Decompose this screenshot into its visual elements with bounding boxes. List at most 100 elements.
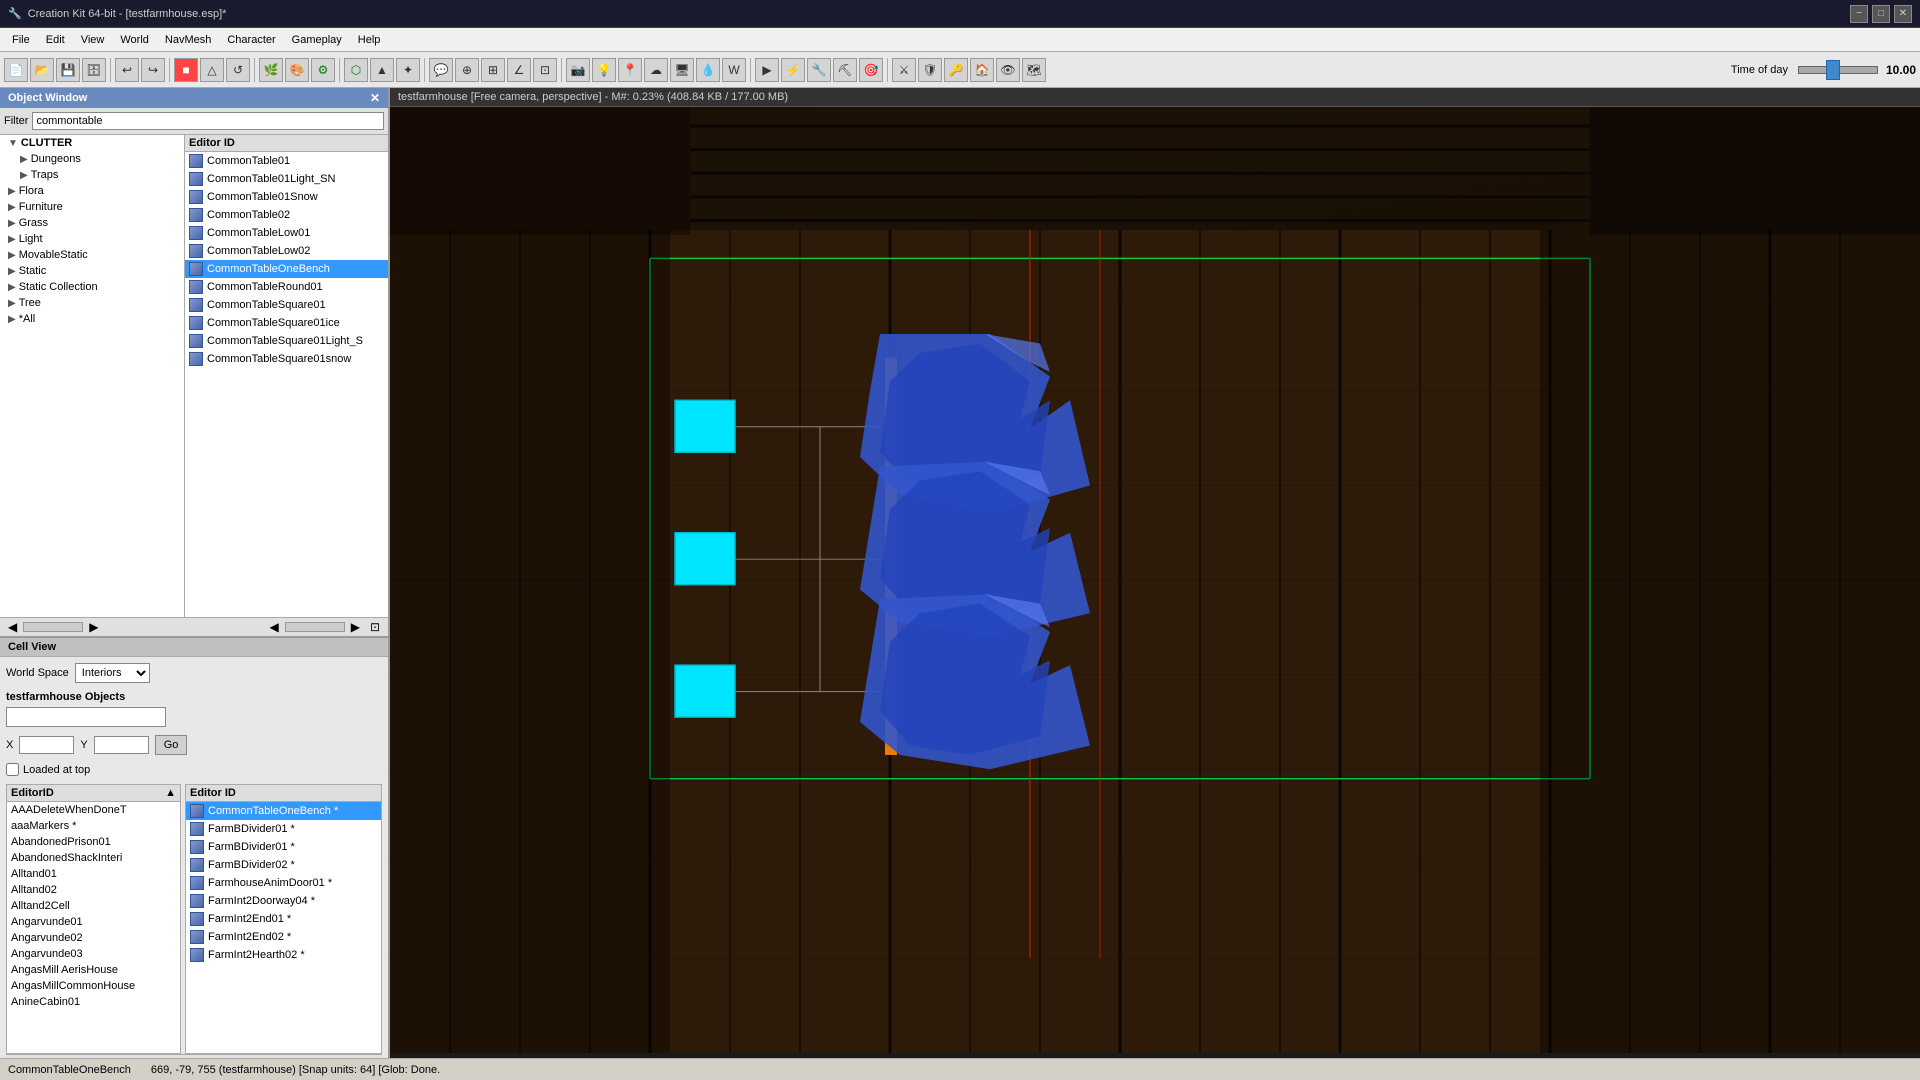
- save-all-button[interactable]: 🗄: [82, 58, 106, 82]
- tbl-scroll-right[interactable]: ▶: [81, 1057, 98, 1058]
- scroll-left-btn[interactable]: ◀: [4, 620, 21, 634]
- obj-CommonTable01[interactable]: CommonTable01: [185, 152, 388, 170]
- scroll-right-btn[interactable]: ▶: [85, 620, 102, 634]
- navmesh2-button[interactable]: ▲: [370, 58, 394, 82]
- obj-row-farmhouseanim[interactable]: FarmhouseAnimDoor01 *: [186, 874, 381, 892]
- new-button[interactable]: 📄: [4, 58, 28, 82]
- editor-row-alltand02[interactable]: Alltand02: [7, 882, 180, 898]
- obj-CommonTableSquare01[interactable]: CommonTableSquare01: [185, 296, 388, 314]
- editor-row-angarvunde03[interactable]: Angarvunde03: [7, 946, 180, 962]
- obj-row-farmbdiv02[interactable]: FarmBDivider02 *: [186, 856, 381, 874]
- tool9-button[interactable]: 🏠: [970, 58, 994, 82]
- obj-CommonTableLow02[interactable]: CommonTableLow02: [185, 242, 388, 260]
- angle-button[interactable]: ∠: [507, 58, 531, 82]
- tree-grass[interactable]: ▶ Grass: [0, 215, 184, 231]
- open-button[interactable]: 📂: [30, 58, 54, 82]
- obj-row-farmint2hearth[interactable]: FarmInt2Hearth02 *: [186, 946, 381, 964]
- tree-furniture[interactable]: ▶ Furniture: [0, 199, 184, 215]
- tree-light[interactable]: ▶ Light: [0, 231, 184, 247]
- scroll-resize-btn[interactable]: ⊡: [366, 620, 384, 634]
- editor-row-abandonedshack[interactable]: AbandonedShackInteri: [7, 850, 180, 866]
- obj-row-farmbdiv01b[interactable]: FarmBDivider01 *: [186, 838, 381, 856]
- tool4-button[interactable]: ⛏: [833, 58, 857, 82]
- tree-dungeons[interactable]: ▶ Dungeons: [0, 151, 184, 167]
- render-button[interactable]: 🖥: [670, 58, 694, 82]
- tool10-button[interactable]: 👁: [996, 58, 1020, 82]
- objects-search-input[interactable]: [6, 707, 166, 727]
- x-input[interactable]: [19, 736, 74, 754]
- tool7-button[interactable]: 🛡: [918, 58, 942, 82]
- editor-id-scroll-up[interactable]: ▲: [165, 787, 176, 799]
- obj-row-commontable[interactable]: CommonTableOneBench *: [186, 802, 381, 820]
- tool2-button[interactable]: ⚡: [781, 58, 805, 82]
- filter-input[interactable]: [32, 112, 384, 130]
- obj-row-farmbdiv01a[interactable]: FarmBDivider01 *: [186, 820, 381, 838]
- tbl-scroll-left[interactable]: ◀: [10, 1057, 27, 1058]
- tree-flora[interactable]: ▶ Flora: [0, 183, 184, 199]
- editor-row-angasmill-aeris[interactable]: AngasMill AerisHouse: [7, 962, 180, 978]
- scroll-left2-btn[interactable]: ◀: [265, 620, 282, 634]
- tool8-button[interactable]: 🔑: [944, 58, 968, 82]
- editor-row-angarvunde02[interactable]: Angarvunde02: [7, 930, 180, 946]
- water-button[interactable]: 💧: [696, 58, 720, 82]
- scroll-track[interactable]: [23, 622, 83, 632]
- viewport[interactable]: testfarmhouse [Free camera, perspective]…: [390, 88, 1920, 1058]
- maximize-button[interactable]: □: [1872, 5, 1890, 23]
- landscape-button[interactable]: 🌿: [259, 58, 283, 82]
- undo-button[interactable]: ↩: [115, 58, 139, 82]
- collision-button[interactable]: 💬: [429, 58, 453, 82]
- go-button[interactable]: Go: [155, 735, 188, 755]
- run-button[interactable]: ▶: [755, 58, 779, 82]
- camera-button[interactable]: 📷: [566, 58, 590, 82]
- snap-button[interactable]: ⊕: [455, 58, 479, 82]
- editor-row-angarvunde01[interactable]: Angarvunde01: [7, 914, 180, 930]
- tool11-button[interactable]: 🗺: [1022, 58, 1046, 82]
- tree-tree[interactable]: ▶ Tree: [0, 295, 184, 311]
- y-input[interactable]: [94, 736, 149, 754]
- paint-button[interactable]: 🎨: [285, 58, 309, 82]
- obj-CommonTable01Snow[interactable]: CommonTable01Snow: [185, 188, 388, 206]
- editor-row-alltand01[interactable]: Alltand01: [7, 866, 180, 882]
- select-button[interactable]: ■: [174, 58, 198, 82]
- marker-button[interactable]: 📍: [618, 58, 642, 82]
- menu-help[interactable]: Help: [350, 32, 389, 48]
- time-slider-container[interactable]: 10.00: [1794, 63, 1916, 77]
- sky-button[interactable]: ☁: [644, 58, 668, 82]
- navmesh-button[interactable]: ⬡: [344, 58, 368, 82]
- scroll-track2[interactable]: [285, 622, 345, 632]
- scale-button[interactable]: ⊡: [533, 58, 557, 82]
- scroll-right2-btn[interactable]: ▶: [347, 620, 364, 634]
- menu-edit[interactable]: Edit: [38, 32, 73, 48]
- obj-row-farmint2doorway[interactable]: FarmInt2Doorway04 *: [186, 892, 381, 910]
- path-button[interactable]: ✦: [396, 58, 420, 82]
- tool6-button[interactable]: ⚔: [892, 58, 916, 82]
- obj-CommonTable02[interactable]: CommonTable02: [185, 206, 388, 224]
- object-window-close-button[interactable]: ✕: [370, 91, 380, 105]
- menu-navmesh[interactable]: NavMesh: [157, 32, 219, 48]
- tree-movable-static[interactable]: ▶ MovableStatic: [0, 247, 184, 263]
- editor-row-abandonedprison[interactable]: AbandonedPrison01: [7, 834, 180, 850]
- tool5-button[interactable]: 🎯: [859, 58, 883, 82]
- rotate-button[interactable]: ↺: [226, 58, 250, 82]
- obj-CommonTableSquare01snow[interactable]: CommonTableSquare01snow: [185, 350, 388, 368]
- menu-world[interactable]: World: [112, 32, 157, 48]
- editor-row-alltand2cell[interactable]: Alltand2Cell: [7, 898, 180, 914]
- obj-row-farmint2end02[interactable]: FarmInt2End02 *: [186, 928, 381, 946]
- obj-row-farmint2end01[interactable]: FarmInt2End01 *: [186, 910, 381, 928]
- time-of-day-slider[interactable]: [1798, 66, 1878, 74]
- loaded-at-top-checkbox[interactable]: [6, 763, 19, 776]
- menu-file[interactable]: File: [4, 32, 38, 48]
- menu-character[interactable]: Character: [219, 32, 283, 48]
- tree-all[interactable]: ▶ *All: [0, 311, 184, 327]
- tree-static[interactable]: ▶ Static: [0, 263, 184, 279]
- obj-CommonTableSquare01ice[interactable]: CommonTableSquare01ice: [185, 314, 388, 332]
- editor-row-aaadelete[interactable]: AAADeleteWhenDoneT: [7, 802, 180, 818]
- close-button[interactable]: ✕: [1894, 5, 1912, 23]
- grass-button[interactable]: ⚙: [311, 58, 335, 82]
- tbl-scroll-left2[interactable]: ◀: [280, 1057, 297, 1058]
- editor-row-aaamarkers[interactable]: aaaMarkers *: [7, 818, 180, 834]
- menu-gameplay[interactable]: Gameplay: [284, 32, 350, 48]
- viewport-canvas[interactable]: [390, 107, 1920, 1053]
- editor-row-angasmill-common[interactable]: AngasMillCommonHouse: [7, 978, 180, 994]
- save-button[interactable]: 💾: [56, 58, 80, 82]
